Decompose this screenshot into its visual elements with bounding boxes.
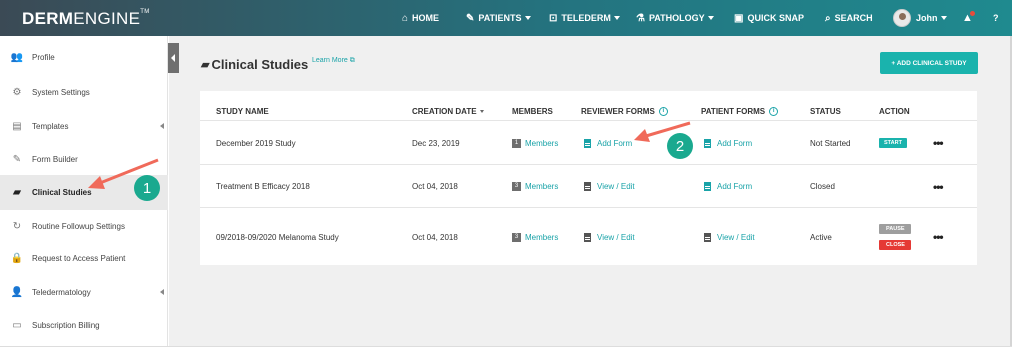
callout-badge-1: 1 — [134, 175, 160, 201]
callout-badge-2: 2 — [667, 133, 693, 159]
arrow-1-head — [88, 176, 105, 189]
